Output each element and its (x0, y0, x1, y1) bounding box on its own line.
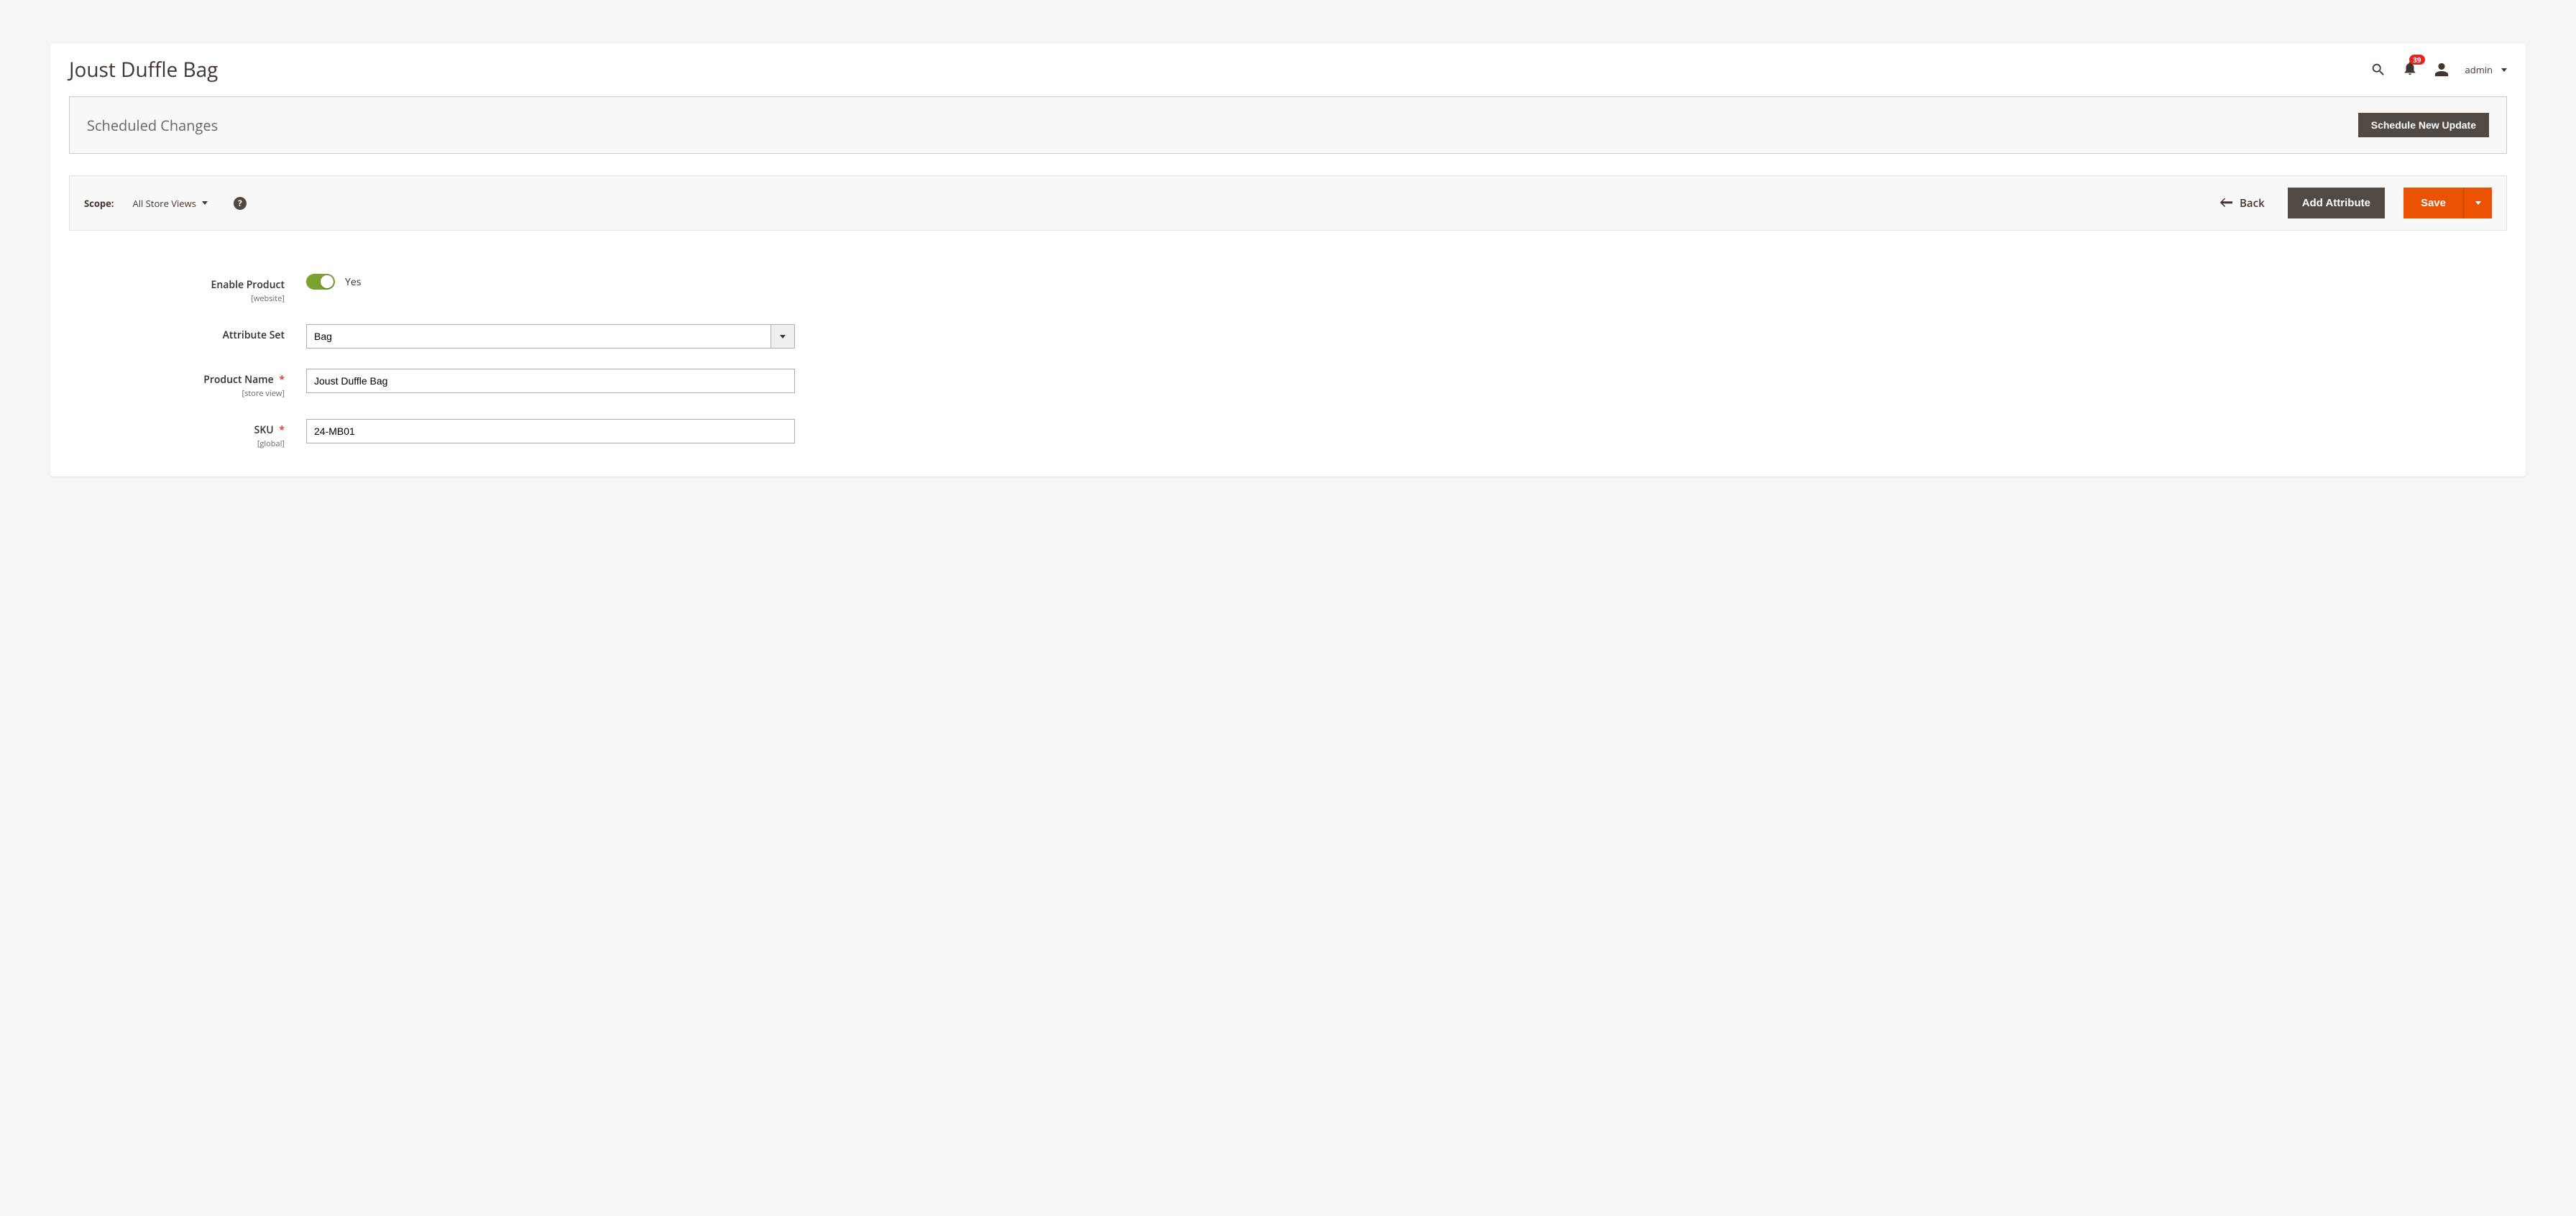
caret-down-icon (2501, 68, 2507, 72)
user-icon[interactable] (2434, 62, 2450, 78)
product-name-input[interactable] (306, 369, 795, 393)
scope-value: All Store Views (133, 197, 196, 210)
scheduled-changes-title: Scheduled Changes (87, 116, 2358, 135)
save-button-group: Save (2404, 188, 2492, 218)
required-indicator: * (279, 423, 285, 437)
page-header: Joust Duffle Bag 39 admin (69, 43, 2507, 96)
save-button[interactable]: Save (2404, 188, 2463, 218)
caret-down-icon (202, 201, 208, 205)
product-name-label: Product Name (203, 373, 273, 387)
toolbar: Scope: All Store Views ? Back Add Attrib… (69, 175, 2507, 231)
caret-down-icon (780, 335, 786, 338)
admin-label: admin (2465, 63, 2493, 76)
admin-dropdown[interactable]: admin (2465, 63, 2507, 76)
toggle-knob (321, 275, 334, 288)
back-label: Back (2240, 196, 2265, 211)
sku-label: SKU (254, 423, 274, 437)
page-title: Joust Duffle Bag (69, 56, 2370, 83)
attribute-set-dropdown-button[interactable] (770, 324, 795, 349)
attribute-set-label: Attribute Set (223, 328, 285, 342)
notification-badge: 39 (2409, 55, 2424, 65)
scope-label: Scope: (84, 197, 114, 210)
schedule-new-update-button[interactable]: Schedule New Update (2358, 113, 2489, 137)
sku-input[interactable] (306, 419, 795, 443)
help-icon[interactable]: ? (234, 197, 247, 210)
scheduled-changes-box: Scheduled Changes Schedule New Update (69, 96, 2507, 154)
enable-product-label: Enable Product (211, 278, 285, 292)
required-indicator: * (279, 373, 285, 387)
search-icon[interactable] (2370, 62, 2386, 78)
enable-product-scope: [website] (69, 293, 285, 304)
arrow-left-icon (2220, 196, 2232, 211)
caret-down-icon (2475, 201, 2481, 205)
enable-product-row: Enable Product [website] Yes (69, 274, 2507, 304)
notifications-icon[interactable]: 39 (2402, 60, 2418, 80)
save-dropdown-button[interactable] (2463, 188, 2492, 218)
sku-scope: [global] (69, 438, 285, 449)
product-form: Enable Product [website] Yes Attribute S… (50, 231, 2526, 476)
product-name-scope: [store view] (69, 388, 285, 399)
scope-dropdown[interactable]: All Store Views (133, 197, 208, 210)
back-button[interactable]: Back (2220, 196, 2265, 211)
product-name-row: Product Name * [store view] (69, 369, 2507, 399)
enable-product-value: Yes (345, 275, 361, 289)
attribute-set-row: Attribute Set (69, 324, 2507, 349)
enable-product-toggle[interactable] (306, 274, 335, 290)
attribute-set-combo[interactable] (306, 324, 795, 349)
attribute-set-input[interactable] (306, 324, 770, 349)
add-attribute-button[interactable]: Add Attribute (2288, 188, 2385, 218)
sku-row: SKU * [global] (69, 419, 2507, 449)
